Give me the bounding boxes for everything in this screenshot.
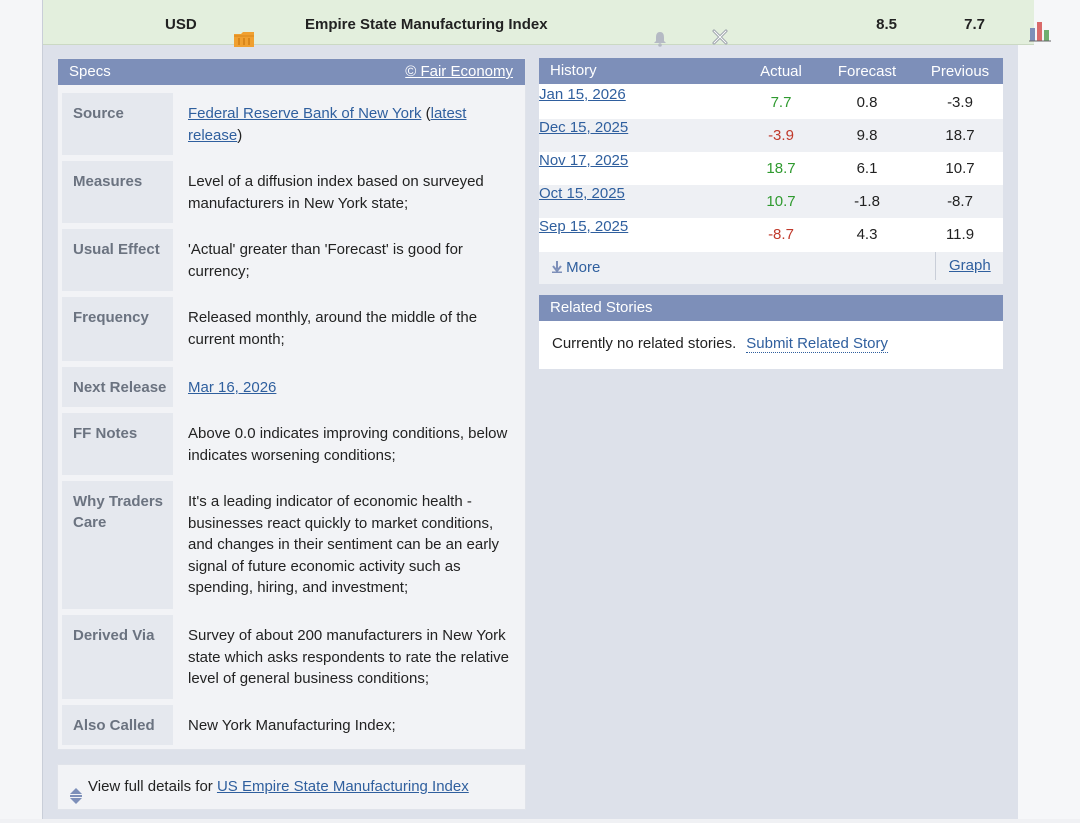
spec-row-also-called: Also Called New York Manufacturing Index… xyxy=(62,705,522,745)
history-forecast: 9.8 xyxy=(856,127,878,144)
history-date-link[interactable]: Oct 15, 2025 xyxy=(539,185,625,202)
history-previous: 10.7 xyxy=(945,160,975,177)
spec-label: FF Notes xyxy=(62,413,173,475)
spec-label: Measures xyxy=(62,161,173,223)
close-detail-icon[interactable] xyxy=(711,17,729,45)
spec-row-source: Source Federal Reserve Bank of New York … xyxy=(62,93,522,155)
spec-label: Derived Via xyxy=(62,615,173,699)
related-header: Related Stories xyxy=(539,295,1003,321)
history-date-link[interactable]: Jan 15, 2026 xyxy=(539,86,626,103)
spec-value: New York Manufacturing Index; xyxy=(188,717,396,734)
history-footer: More Graph xyxy=(539,252,1003,284)
related-empty-text: Currently no related stories. xyxy=(552,335,737,352)
history-previous: 11.9 xyxy=(945,226,975,243)
more-label: More xyxy=(566,259,601,276)
history-panel: History Actual Forecast Previous Jan 15,… xyxy=(539,58,1003,284)
spec-label: Also Called xyxy=(62,705,173,745)
col-actual: Actual xyxy=(760,63,802,80)
arrow-down-icon xyxy=(552,261,562,274)
history-actual: 7.7 xyxy=(770,94,792,111)
spec-row-why-traders-care: Why Traders Care It's a leading indicato… xyxy=(62,481,522,609)
history-actual: -8.7 xyxy=(768,226,794,243)
history-actual: -3.9 xyxy=(768,127,794,144)
spec-label: Why Traders Care xyxy=(62,481,173,609)
spec-label: Frequency xyxy=(62,297,173,361)
spec-row-usual-effect: Usual Effect 'Actual' greater than 'Fore… xyxy=(62,229,522,291)
spec-value: It's a leading indicator of economic hea… xyxy=(188,493,500,596)
related-title: Related Stories xyxy=(550,299,653,316)
bar-chart-icon[interactable] xyxy=(1029,13,1051,42)
spec-row-frequency: Frequency Released monthly, around the m… xyxy=(62,297,522,361)
spec-value: Federal Reserve Bank of New York (latest… xyxy=(188,105,467,144)
right-margin xyxy=(1018,0,1080,819)
history-previous: 18.7 xyxy=(945,127,975,144)
col-forecast: Forecast xyxy=(837,63,897,80)
full-details-prefix: View full details for xyxy=(88,778,217,795)
spec-label: Usual Effect xyxy=(62,229,173,291)
event-forecast: 8.5 xyxy=(876,16,897,33)
specs-title: Specs xyxy=(69,63,111,80)
specs-header: Specs © Fair Economy xyxy=(58,59,525,85)
impact-folder-icon xyxy=(234,18,254,47)
spec-value: Released monthly, around the middle of t… xyxy=(188,309,478,348)
spec-row-ff-notes: FF Notes Above 0.0 indicates improving c… xyxy=(62,413,522,475)
history-actual: 18.7 xyxy=(766,160,796,177)
spec-value: Level of a diffusion index based on surv… xyxy=(188,173,484,212)
next-release-link[interactable]: Mar 16, 2026 xyxy=(188,379,276,396)
spec-row-measures: Measures Level of a diffusion index base… xyxy=(62,161,522,223)
specs-panel: Specs © Fair Economy Source Federal Rese… xyxy=(57,58,526,750)
related-stories-panel: Related Stories Currently no related sto… xyxy=(539,295,1003,369)
history-row: Jan 15, 2026 7.7 0.8 -3.9 xyxy=(539,86,1003,119)
event-title: Empire State Manufacturing Index xyxy=(305,16,548,33)
spec-label: Next Release xyxy=(62,367,173,407)
spec-row-derived-via: Derived Via Survey of about 200 manufact… xyxy=(62,615,522,699)
expand-arrows-icon xyxy=(69,779,83,804)
more-button[interactable]: More xyxy=(552,252,600,284)
col-previous: Previous xyxy=(930,63,990,80)
history-forecast: 0.8 xyxy=(856,94,878,111)
history-row: Sep 15, 2025 -8.7 4.3 11.9 xyxy=(539,218,1003,251)
full-details-bar: View full details for US Empire State Ma… xyxy=(57,764,526,810)
history-date-link[interactable]: Dec 15, 2025 xyxy=(539,119,628,136)
graph-link[interactable]: Graph xyxy=(935,252,1003,280)
bell-icon[interactable] xyxy=(653,18,667,47)
history-row: Oct 15, 2025 10.7 -1.8 -8.7 xyxy=(539,185,1003,218)
fair-economy-link[interactable]: © Fair Economy xyxy=(405,59,513,85)
history-previous: -3.9 xyxy=(947,94,973,111)
source-link[interactable]: Federal Reserve Bank of New York xyxy=(188,105,421,122)
history-date-link[interactable]: Sep 15, 2025 xyxy=(539,218,628,235)
history-row: Dec 15, 2025 -3.9 9.8 18.7 xyxy=(539,119,1003,152)
spec-label: Source xyxy=(62,93,173,155)
spec-value: 'Actual' greater than 'Forecast' is good… xyxy=(188,241,463,280)
event-currency: USD xyxy=(165,16,197,33)
history-row: Nov 17, 2025 18.7 6.1 10.7 xyxy=(539,152,1003,185)
history-actual: 10.7 xyxy=(766,193,796,210)
spec-value: Mar 16, 2026 xyxy=(188,367,522,399)
spec-value: Above 0.0 indicates improving conditions… xyxy=(188,425,508,464)
left-margin xyxy=(0,0,42,819)
history-date-link[interactable]: Nov 17, 2025 xyxy=(539,152,628,169)
history-title: History xyxy=(550,62,597,79)
event-actual: 7.7 xyxy=(964,16,985,33)
related-body: Currently no related stories. Submit Rela… xyxy=(539,321,1003,367)
event-row[interactable]: USD Empire State Manufacturing Index 8.5… xyxy=(43,0,1051,47)
history-forecast: -1.8 xyxy=(854,193,880,210)
spec-row-next-release: Next Release Mar 16, 2026 xyxy=(62,367,522,407)
spec-value: Survey of about 200 manufacturers in New… xyxy=(188,627,510,687)
history-forecast: 6.1 xyxy=(856,160,878,177)
history-forecast: 4.3 xyxy=(856,226,878,243)
history-previous: -8.7 xyxy=(947,193,973,210)
submit-related-story-link[interactable]: Submit Related Story xyxy=(746,335,888,353)
full-details-link[interactable]: US Empire State Manufacturing Index xyxy=(217,778,469,795)
